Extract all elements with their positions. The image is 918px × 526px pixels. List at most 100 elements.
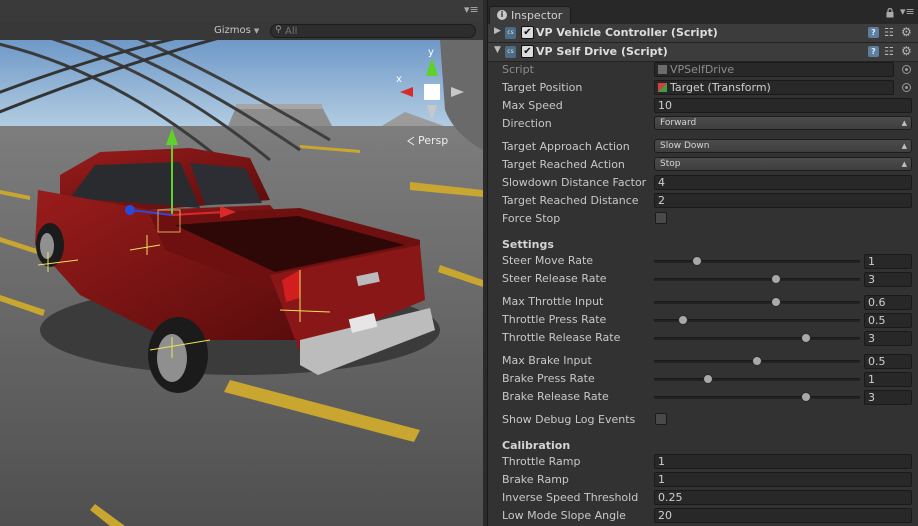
help-icon[interactable]: ? (868, 27, 879, 38)
panel-menu-icon[interactable]: ▾≡ (464, 3, 479, 16)
component-header-vehicle-controller[interactable]: ▶ cs ✔ VP Vehicle Controller (Script) ? … (488, 24, 918, 43)
object-picker-icon[interactable] (902, 65, 911, 74)
dropdown-arrows-icon: ▲ (901, 160, 907, 168)
object-picker-icon[interactable] (902, 83, 911, 92)
slider-label: Max Throttle Input (502, 295, 604, 308)
inspector-panel: i Inspector ▾≡ ▶ cs ✔ VP Vehicle Control… (487, 0, 918, 526)
dropdown-arrows-icon: ▲ (901, 119, 907, 127)
gizmos-dropdown[interactable]: Gizmos ▼ (210, 24, 262, 38)
script-value: VPSelfDrive (670, 63, 735, 76)
slider-thumb[interactable] (702, 374, 713, 384)
direction-value: Forward (660, 118, 697, 128)
inspector-tabbar: i Inspector ▾≡ (488, 0, 918, 25)
brake-ramp-label: Brake Ramp (502, 473, 569, 486)
scene-subbar: Gizmos ▼ ⚲ (0, 22, 483, 41)
component-name: VP Self Drive (Script) (536, 45, 668, 58)
target-reached-distance-label: Target Reached Distance (502, 194, 639, 207)
slider-thumb[interactable] (770, 297, 781, 307)
target-reached-action-dropdown[interactable]: Stop ▲ (654, 157, 912, 171)
slider[interactable] (654, 355, 860, 367)
help-icon[interactable]: ? (868, 46, 879, 57)
slider-track[interactable] (654, 378, 860, 381)
slider-value-field[interactable]: 0.5 (864, 313, 912, 328)
component-header-self-drive[interactable]: ▼ cs ✔ VP Self Drive (Script) ? ☷ ⚙ (488, 43, 918, 62)
dropdown-arrows-icon: ▲ (901, 142, 907, 150)
slider[interactable] (654, 332, 860, 344)
scene-viewport[interactable]: y x Persp (0, 40, 483, 526)
component-enabled-checkbox[interactable]: ✔ (521, 45, 534, 58)
collapsed-arrow-icon[interactable]: ▶ (494, 26, 501, 36)
preset-icon[interactable]: ☷ (884, 45, 894, 58)
slider[interactable] (654, 296, 860, 308)
brake-ramp-field[interactable]: 1 (654, 472, 912, 487)
gizmos-label: Gizmos (214, 25, 251, 36)
slider-value-field[interactable]: 1 (864, 372, 912, 387)
slider-thumb[interactable] (801, 392, 812, 402)
slider[interactable] (654, 273, 860, 285)
tab-inspector[interactable]: i Inspector (489, 6, 571, 24)
slider-thumb[interactable] (677, 315, 688, 325)
target-position-field[interactable]: Target (Transform) (654, 80, 894, 95)
slider[interactable] (654, 391, 860, 403)
slider-track[interactable] (654, 396, 860, 399)
scene-view[interactable]: ▾≡ Gizmos ▼ ⚲ All y x Persp (0, 0, 483, 526)
throttle-ramp-field[interactable]: 1 (654, 454, 912, 469)
slider[interactable] (654, 255, 860, 267)
calibration-section-title: Calibration (502, 439, 571, 452)
slider-value-field[interactable]: 0.5 (864, 354, 912, 369)
gear-icon[interactable]: ⚙ (901, 44, 912, 58)
slider-value-field[interactable]: 1 (864, 254, 912, 269)
force-stop-checkbox[interactable] (655, 212, 667, 224)
target-approach-action-value: Slow Down (660, 141, 710, 151)
lock-icon[interactable] (886, 8, 894, 18)
gear-icon[interactable]: ⚙ (901, 25, 912, 39)
settings-section-title: Settings (502, 238, 554, 251)
script-file-icon (658, 65, 667, 74)
slider-value-field[interactable]: 3 (864, 272, 912, 287)
force-stop-label: Force Stop (502, 212, 561, 225)
low-mode-slope-angle-field[interactable]: 20 (654, 508, 912, 523)
show-debug-log-events-checkbox[interactable] (655, 413, 667, 425)
script-label: Script (502, 63, 534, 76)
preset-icon[interactable]: ☷ (884, 26, 894, 39)
slider-track[interactable] (654, 278, 860, 281)
slider-label: Throttle Release Rate (502, 331, 621, 344)
scene-toolbar: ▾≡ (0, 0, 483, 23)
scene-search[interactable]: ⚲ (270, 24, 476, 38)
slider-label: Steer Release Rate (502, 272, 607, 285)
slider-thumb[interactable] (770, 274, 781, 284)
script-field[interactable]: VPSelfDrive (654, 62, 894, 77)
max-speed-field[interactable]: 10 (654, 98, 912, 113)
slider-value-field[interactable]: 0.6 (864, 295, 912, 310)
slider-value-field[interactable]: 3 (864, 390, 912, 405)
target-approach-action-dropdown[interactable]: Slow Down ▲ (654, 139, 912, 153)
direction-dropdown[interactable]: Forward ▲ (654, 116, 912, 130)
target-reached-action-label: Target Reached Action (502, 158, 625, 171)
inverse-speed-threshold-field[interactable]: 0.25 (654, 490, 912, 505)
slider-track[interactable] (654, 260, 860, 263)
slider-thumb[interactable] (801, 333, 812, 343)
slider-thumb[interactable] (692, 256, 703, 266)
slider-track[interactable] (654, 337, 860, 340)
expanded-arrow-icon[interactable]: ▼ (494, 45, 501, 55)
slider[interactable] (654, 373, 860, 385)
slider-value-field[interactable]: 3 (864, 331, 912, 346)
component-enabled-checkbox[interactable]: ✔ (521, 26, 534, 39)
panel-menu-icon[interactable]: ▾≡ (900, 5, 915, 18)
slider[interactable] (654, 314, 860, 326)
persp-label[interactable]: Persp (418, 134, 448, 147)
scene-search-input[interactable] (285, 25, 465, 37)
slowdown-distance-factor-field[interactable]: 4 (654, 175, 912, 190)
slider-label: Steer Move Rate (502, 254, 594, 267)
slider-label: Max Brake Input (502, 354, 592, 367)
chevron-down-icon: ▼ (253, 27, 260, 35)
slider-track[interactable] (654, 301, 860, 304)
component-name: VP Vehicle Controller (Script) (536, 26, 718, 39)
slider-label: Brake Release Rate (502, 390, 609, 403)
target-position-label: Target Position (502, 81, 583, 94)
target-reached-distance-field[interactable]: 2 (654, 193, 912, 208)
slider-label: Throttle Press Rate (502, 313, 607, 326)
slider-thumb[interactable] (752, 356, 762, 366)
slider-label: Brake Press Rate (502, 372, 595, 385)
low-mode-slope-angle-label: Low Mode Slope Angle (502, 509, 626, 522)
